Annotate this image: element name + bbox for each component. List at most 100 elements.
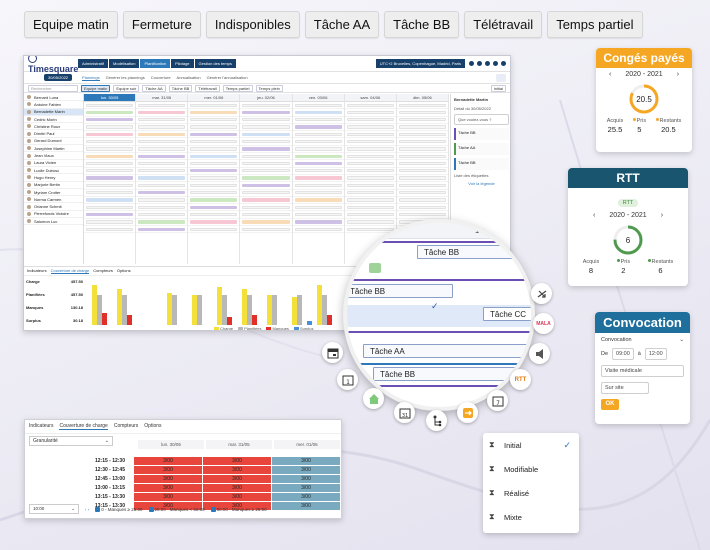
shift-cell[interactable] [292, 131, 344, 139]
shift-cell[interactable] [136, 175, 188, 183]
shift-cell[interactable] [84, 175, 136, 183]
employee-row[interactable]: Lucile Dubosc [24, 167, 83, 175]
tag-indisponibles[interactable]: Indisponibles [205, 11, 300, 38]
employee-row[interactable]: Marjorie Bertin [24, 182, 83, 189]
menu-modelisation[interactable]: Modélisation [109, 59, 140, 68]
coverage-cell[interactable]: 3/00 [271, 501, 341, 511]
menu-administratif[interactable]: Administratif [78, 59, 109, 68]
employee-row[interactable]: Josephine Martin [24, 145, 83, 153]
shift-cell[interactable] [396, 124, 448, 132]
coverage-cell[interactable]: 3/00 [133, 456, 203, 466]
shift-cell[interactable] [188, 153, 240, 161]
shift-cell[interactable] [84, 204, 136, 212]
coverage-cell[interactable]: 3/00 [271, 465, 341, 475]
calendar-icon[interactable] [322, 342, 343, 363]
shift-cell[interactable] [292, 175, 344, 183]
shift-cell[interactable] [292, 197, 344, 205]
day-header[interactable]: jeu. 02/06 [240, 94, 292, 102]
shift-cell[interactable] [188, 175, 240, 183]
shift-cell[interactable] [188, 168, 240, 175]
shift-cell[interactable] [136, 197, 188, 205]
detail-card-tache-aa[interactable]: Tâche AA [454, 143, 509, 155]
tab-couverture-charge[interactable]: Couverture de charge [50, 268, 90, 274]
next-year-icon[interactable]: › [661, 212, 663, 219]
shift-cell[interactable] [240, 138, 292, 146]
shift-cell[interactable] [396, 182, 448, 190]
tab-indicateurs[interactable]: Indicateurs [27, 268, 47, 274]
shift-cell[interactable] [292, 160, 344, 168]
day-header[interactable]: sam. 04/06 [344, 94, 396, 102]
shift-cell[interactable] [344, 109, 396, 117]
motif-select[interactable]: Visite médicale [601, 365, 684, 377]
menu-icon[interactable] [501, 61, 506, 66]
sound-icon[interactable] [529, 343, 550, 364]
employee-row[interactable]: Hugo Henry [24, 174, 83, 182]
shift-cell[interactable] [188, 226, 240, 234]
tag-temps-partiel[interactable]: Temps partiel [547, 11, 643, 38]
shift-cell[interactable] [136, 138, 188, 146]
shift-cell[interactable] [292, 204, 344, 212]
shift-cell[interactable] [396, 153, 448, 161]
shift-cell[interactable] [84, 226, 136, 234]
shift-cell[interactable] [292, 182, 344, 190]
date-picker[interactable]: 30/05/2022 [44, 74, 73, 81]
shift-cell[interactable] [188, 124, 240, 132]
prev-year-icon[interactable]: ‹ [593, 212, 595, 219]
shift-cell[interactable] [84, 146, 136, 154]
shift-cell[interactable] [344, 131, 396, 139]
granularity-select[interactable]: Granularité ⌄ [29, 436, 113, 446]
notification-icon[interactable] [469, 61, 474, 66]
employee-row[interactable]: Antoine Fabien [24, 101, 83, 109]
shift-cell[interactable] [84, 124, 136, 132]
day-header[interactable]: lun. 30/05 [84, 94, 136, 102]
shift-cell[interactable] [292, 102, 344, 110]
tab-options[interactable]: Options [144, 423, 161, 430]
shift-cell[interactable] [240, 190, 292, 197]
search-field[interactable]: Rechercher [28, 84, 78, 92]
tab-generer-plannings[interactable]: Générer les plannings [106, 75, 145, 81]
filter-temps-partiel[interactable]: Temps partiel [222, 84, 253, 92]
employee-row[interactable]: Orianne Schmit [24, 203, 83, 211]
filter-teletravail[interactable]: Télétravail [195, 84, 220, 92]
employee-row[interactable]: Bernard Luna [24, 94, 83, 102]
shift-cell[interactable] [188, 182, 240, 190]
shift-cell[interactable] [240, 226, 292, 234]
mala-icon[interactable]: MALA [533, 313, 554, 334]
shift-cell[interactable] [396, 117, 448, 124]
share-icon[interactable] [496, 73, 506, 82]
shift-cell[interactable] [292, 124, 344, 132]
hierarchy-icon[interactable] [426, 410, 447, 431]
coverage-cell[interactable]: 3/00 [202, 465, 272, 475]
employee-row[interactable]: Dimitri Paul [24, 130, 83, 138]
shift-cell[interactable] [188, 197, 240, 205]
shift-cell[interactable] [344, 168, 396, 175]
exchange-icon[interactable] [457, 402, 478, 423]
home-icon[interactable] [363, 388, 384, 409]
shift-cell[interactable] [396, 102, 448, 110]
shift-cell[interactable] [188, 204, 240, 212]
coverage-cell[interactable]: 3/00 [202, 492, 272, 502]
timezone-label[interactable]: UTC+2 Bruxelles, Copenhague, Madrid, Par… [375, 59, 465, 68]
shift-cell[interactable] [292, 138, 344, 146]
day-header[interactable]: mer. 01/06 [188, 94, 240, 102]
shift-cell[interactable] [240, 219, 292, 227]
shift-cell[interactable] [292, 109, 344, 117]
tab-plannings[interactable]: Plannings [82, 75, 100, 81]
day-header[interactable]: dim. 05/06 [396, 94, 448, 102]
tab-generer-annualisation[interactable]: Générer l'annualisation [207, 75, 248, 81]
shift-cell[interactable] [136, 102, 188, 110]
shift-cell[interactable] [344, 160, 396, 168]
shift-cell[interactable] [188, 211, 240, 219]
shift-cell[interactable] [84, 102, 136, 110]
shift-cell[interactable] [188, 219, 240, 227]
day-header[interactable]: ven. 03/06 [292, 94, 344, 102]
coverage-cell[interactable]: 3/00 [271, 474, 341, 484]
employee-row[interactable]: Laura Vivien [24, 160, 83, 167]
tag-tache-aa[interactable]: Tâche AA [304, 11, 380, 38]
shift-cell[interactable] [136, 146, 188, 154]
legend-item-1[interactable]: 0 - Manques ≥ 25:00 [95, 506, 143, 512]
detail-card-tache-bb[interactable]: Tâche BB [454, 128, 509, 140]
help-icon[interactable] [477, 61, 482, 66]
tag-teletravail[interactable]: Télétravail [464, 11, 543, 38]
shift-cell[interactable] [136, 117, 188, 124]
